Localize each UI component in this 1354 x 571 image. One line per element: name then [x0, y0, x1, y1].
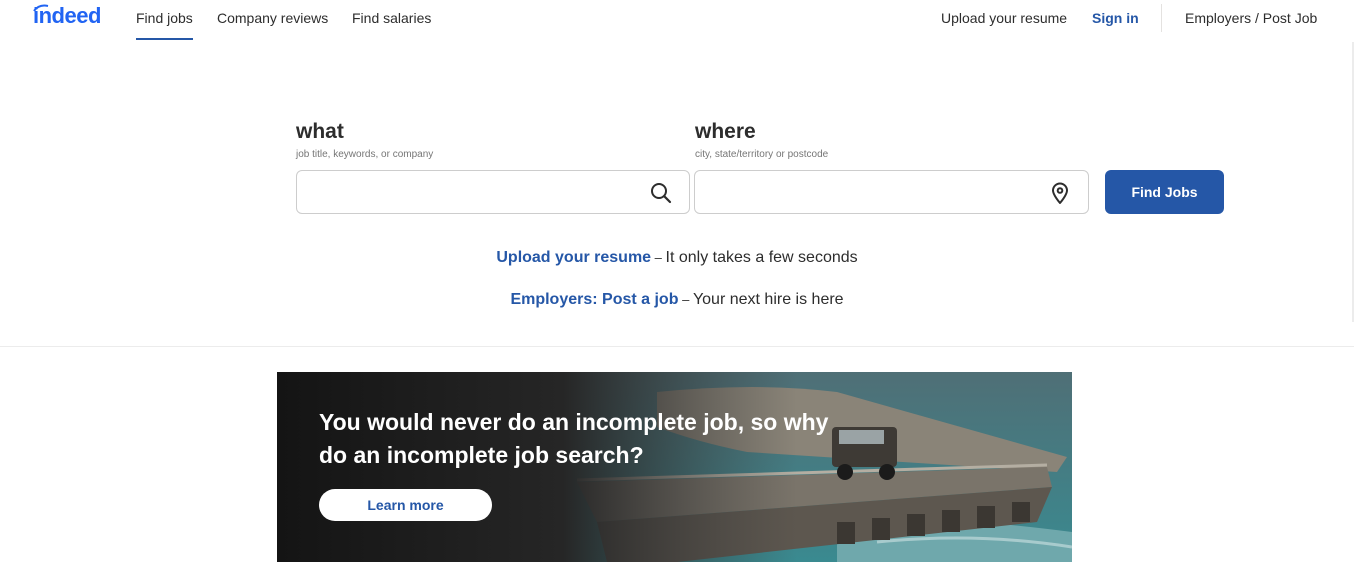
top-nav: indeed Find jobs Company reviews Find sa… [0, 0, 1354, 42]
nav-sign-in[interactable]: Sign in [1092, 10, 1139, 26]
banner-headline: You would never do an incomplete job, so… [319, 409, 829, 468]
nav-employers-post-job[interactable]: Employers / Post Job [1185, 10, 1317, 26]
promo-dash: – [651, 250, 666, 265]
what-sublabel: job title, keywords, or company [296, 149, 434, 160]
nav-upload-resume[interactable]: Upload your resume [941, 10, 1067, 26]
where-field[interactable] [694, 170, 1089, 214]
what-input[interactable] [297, 171, 637, 213]
upload-resume-link[interactable]: Upload your resume [496, 249, 651, 266]
upload-resume-text: It only takes a few seconds [665, 249, 858, 266]
nav-find-salaries[interactable]: Find salaries [352, 10, 431, 26]
search-icon [651, 183, 672, 204]
where-input[interactable] [695, 171, 1035, 213]
post-job-promo: Employers: Post a job – Your next hire i… [0, 290, 1354, 310]
location-pin-icon [1052, 182, 1068, 204]
find-jobs-button[interactable]: Find Jobs [1105, 170, 1224, 214]
nav-divider [1161, 4, 1162, 32]
learn-more-button[interactable]: Learn more [319, 489, 492, 521]
what-field[interactable] [296, 170, 690, 214]
active-tab-indicator [136, 38, 193, 40]
where-sublabel: city, state/territory or postcode [695, 149, 829, 160]
section-divider [0, 346, 1354, 347]
post-job-text: Your next hire is here [692, 291, 844, 308]
nav-find-jobs[interactable]: Find jobs [136, 10, 193, 26]
promo-dash: – [678, 292, 693, 307]
what-label: what [296, 120, 344, 143]
promo-banner[interactable]: You would never do an incomplete job, so… [277, 372, 1072, 562]
indeed-logo[interactable]: indeed [33, 3, 101, 29]
logo-swoosh-icon [33, 4, 49, 12]
post-job-link[interactable]: Employers: Post a job [510, 291, 678, 308]
upload-resume-promo: Upload your resume – It only takes a few… [0, 248, 1354, 268]
nav-company-reviews[interactable]: Company reviews [217, 10, 328, 26]
where-label: where [695, 120, 756, 143]
